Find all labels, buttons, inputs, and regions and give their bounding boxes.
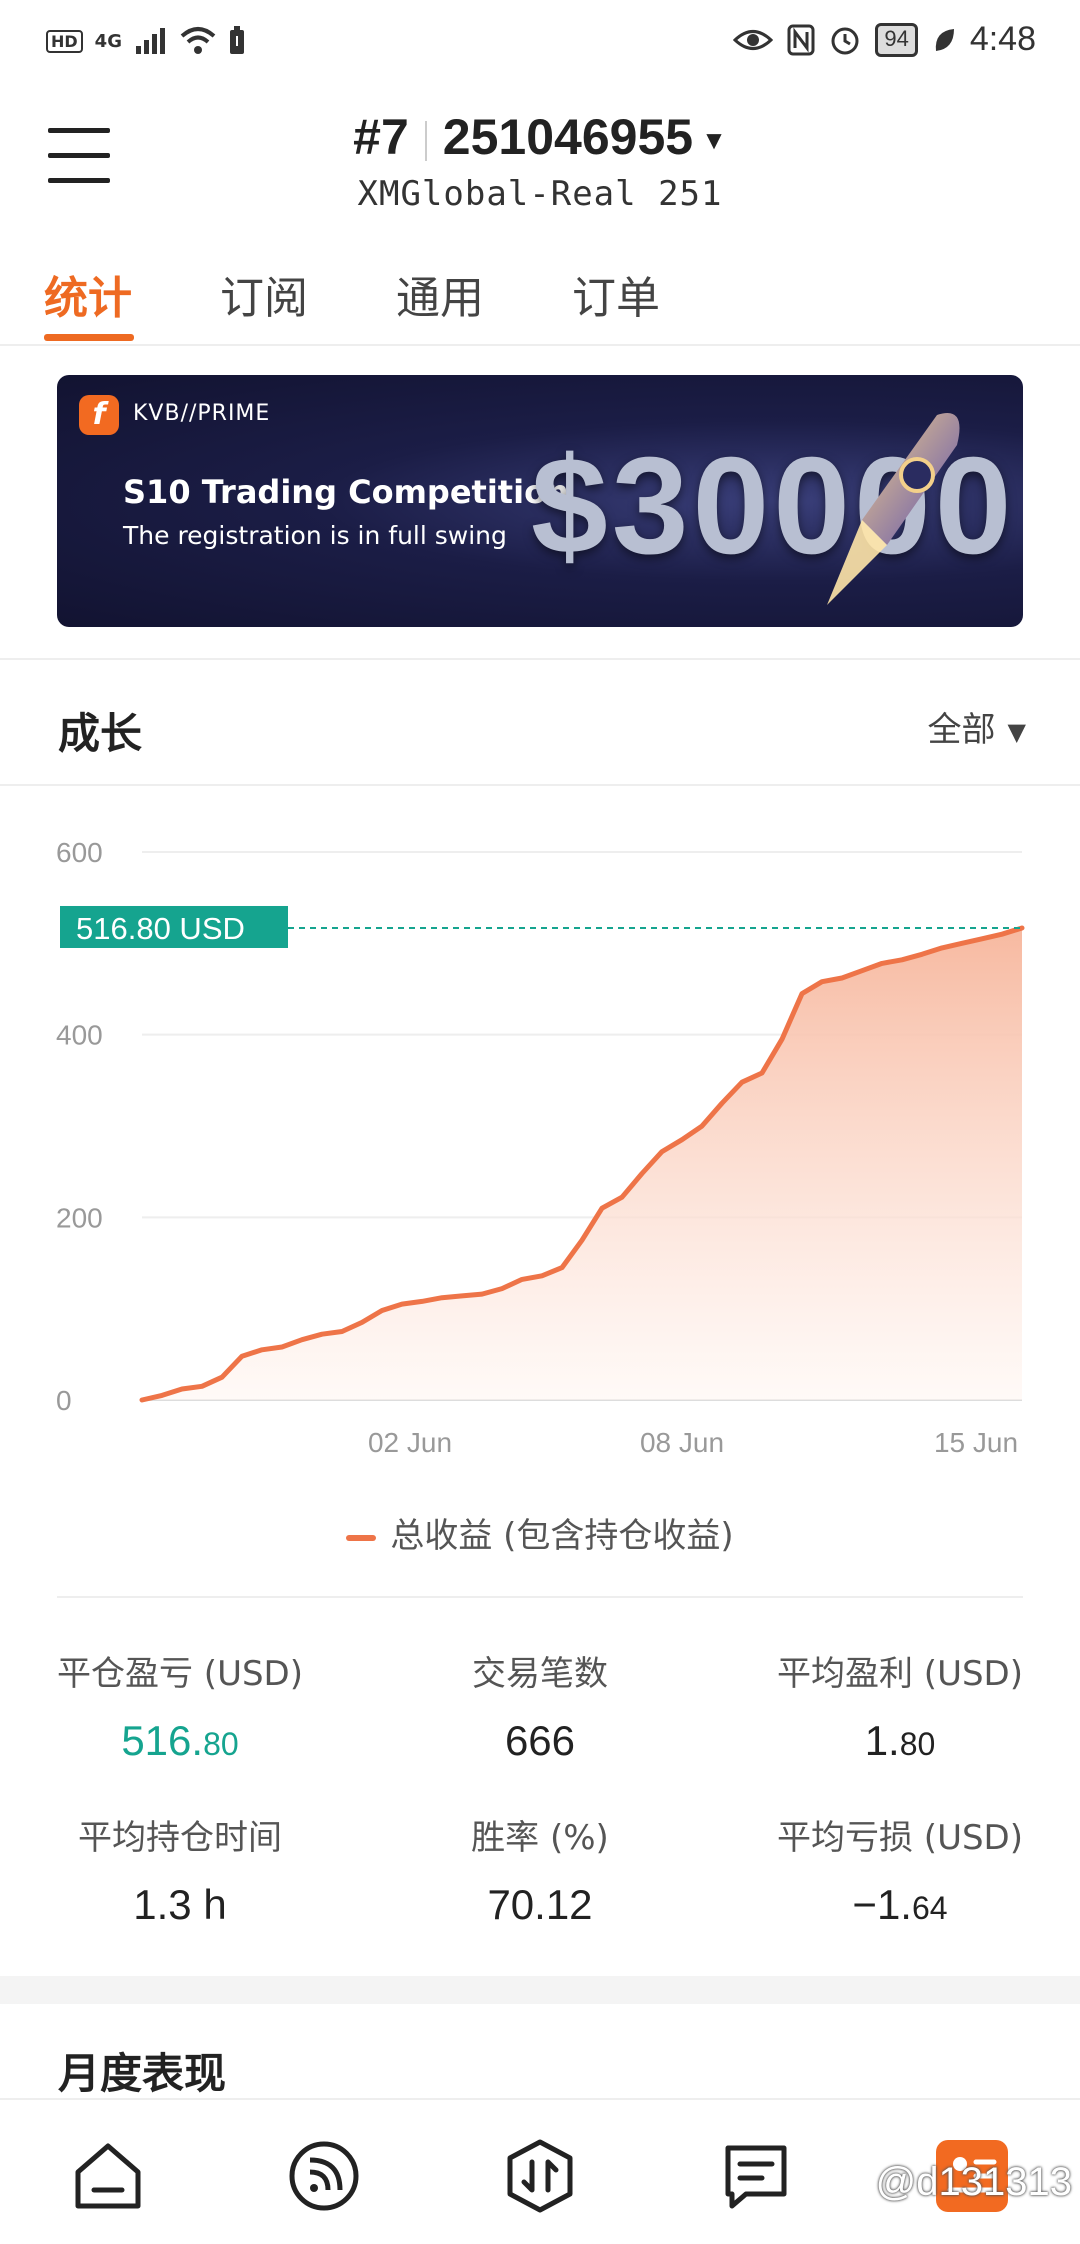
growth-chart-svg: 600 400 200 0 516.80 USD 02 Jun 08 Jun 15 Jun (56, 837, 1025, 1458)
caret-down-icon: ▼ (1007, 717, 1026, 746)
nav-home[interactable] (68, 2136, 148, 2216)
app-header: #7 251046955 ▼ XMGlobal-Real 251 (0, 100, 1080, 220)
stat-value: 70.12 (360, 1881, 720, 1929)
account-selector[interactable]: #7 251046955 ▼ (0, 108, 1080, 166)
trade-icon (507, 2139, 573, 2213)
y-tick-label: 200 (56, 1202, 103, 1233)
account-separator (424, 120, 427, 161)
home-icon (75, 2143, 141, 2209)
series-area (142, 928, 1022, 1400)
stat-avg-loss: 平均亏损 (USD) −1.64 (720, 1810, 1080, 1929)
growth-title: 成长 (58, 709, 143, 758)
tab-stats[interactable]: 统计 (44, 262, 132, 326)
nav-messages[interactable] (716, 2136, 796, 2216)
stat-label: 平均持仓时间 (78, 1818, 282, 1858)
wifi-icon (180, 27, 216, 54)
banner-subtitle: The registration is in full swing (123, 521, 507, 550)
stat-value-int: 666 (504, 1717, 576, 1764)
section-divider (0, 658, 1080, 660)
stat-closed-pnl: 平仓盈亏 (USD) 516.80 (0, 1646, 360, 1765)
current-value-label: 516.80 USD (76, 911, 245, 946)
battery-saver-icon (229, 26, 244, 54)
section-divider (0, 784, 1080, 786)
x-tick-label: 02 Jun (368, 1427, 452, 1458)
y-tick-label: 600 (56, 837, 103, 868)
battery-indicator: 94 (875, 22, 918, 57)
account-number: 251046955 (442, 109, 694, 165)
hd-icon: HD (46, 29, 83, 53)
stat-value: −1.64 (720, 1881, 1080, 1929)
nav-trade[interactable] (500, 2136, 580, 2216)
stat-avg-hold-time: 平均持仓时间 1.3 h (0, 1810, 360, 1929)
section-divider (57, 1596, 1023, 1598)
chart-legend: 总收益 (包含持仓收益) (0, 1508, 1080, 1557)
banner-title: S10 Trading Competition (123, 473, 569, 511)
tab-general[interactable]: 通用 (396, 262, 484, 326)
promo-banner[interactable]: f KVB//PRIME S10 Trading Competition The… (57, 375, 1023, 627)
status-bar: HD 4G 94 4:48 (0, 0, 1080, 84)
stat-value-dec: 80 (899, 1726, 936, 1762)
stat-label: 平均亏损 (USD) (777, 1818, 1023, 1858)
tab-subscribe[interactable]: 订阅 (220, 262, 308, 326)
stat-value: 1.3 h (0, 1881, 360, 1929)
period-filter[interactable]: 全部 ▼ (928, 702, 1026, 751)
clock: 4:48 (969, 20, 1036, 58)
stat-label: 交易笔数 (472, 1654, 608, 1694)
account-index: #7 (353, 109, 409, 165)
status-left: HD 4G (46, 26, 246, 56)
stat-value-int: −1. (852, 1881, 912, 1928)
nav-feed[interactable] (284, 2136, 364, 2216)
nfc-icon (787, 24, 815, 55)
y-tick-label: 0 (56, 1385, 72, 1416)
alarm-icon (831, 27, 859, 54)
stat-label: 平仓盈亏 (USD) (57, 1654, 303, 1694)
period-filter-label: 全部 (927, 710, 996, 750)
status-right: 94 4:48 (733, 20, 1036, 59)
monthly-title: 月度表现 (58, 2049, 227, 2098)
server-name: XMGlobal-Real 251 (357, 174, 723, 214)
rocket-icon (827, 413, 960, 605)
kvb-logo-icon: f (79, 395, 119, 435)
tab-orders[interactable]: 订单 (572, 262, 660, 326)
y-tick-label: 400 (56, 1020, 103, 1051)
legend-swatch (346, 1534, 377, 1541)
tab-bar: 统计 订阅 通用 订单 (0, 250, 1080, 346)
stat-value-int: 1.3 h (133, 1881, 227, 1928)
banner-brand: KVB//PRIME (133, 401, 271, 426)
x-tick-label: 08 Jun (640, 1427, 724, 1458)
eye-icon (733, 29, 774, 50)
legend-label: 总收益 (包含持仓收益) (390, 1516, 734, 1556)
stat-value-dec: 80 (203, 1726, 239, 1762)
stat-value: 1.80 (720, 1717, 1080, 1765)
stat-label: 胜率 (%) (471, 1818, 609, 1858)
active-tab-indicator (44, 334, 134, 341)
stat-label: 平均盈利 (USD) (777, 1654, 1023, 1694)
growth-chart: 600 400 200 0 516.80 USD 02 Jun 08 Jun 15 Jun (0, 800, 1080, 1580)
caret-down-icon: ▼ (701, 125, 727, 156)
stat-value: 516.80 (0, 1717, 360, 1765)
stat-win-rate: 胜率 (%) 70.12 (360, 1810, 720, 1929)
network-icon: 4G (94, 30, 122, 52)
stat-trade-count: 交易笔数 666 (360, 1646, 720, 1765)
stat-avg-profit: 平均盈利 (USD) 1.80 (720, 1646, 1080, 1765)
watermark: @d131313 (875, 2160, 1072, 2204)
stat-value-int: 1. (864, 1717, 900, 1764)
x-tick-label: 15 Jun (934, 1427, 1018, 1458)
stat-value-int: 516. (121, 1717, 204, 1764)
stat-value-dec: 64 (911, 1890, 948, 1926)
leaf-icon (935, 28, 954, 51)
stat-value: 666 (360, 1717, 720, 1765)
message-icon (725, 2145, 787, 2209)
feed-icon (289, 2141, 359, 2211)
stat-value-int: 70.12 (487, 1881, 593, 1928)
signal-icon (135, 28, 165, 54)
section-gap (0, 1976, 1080, 2004)
